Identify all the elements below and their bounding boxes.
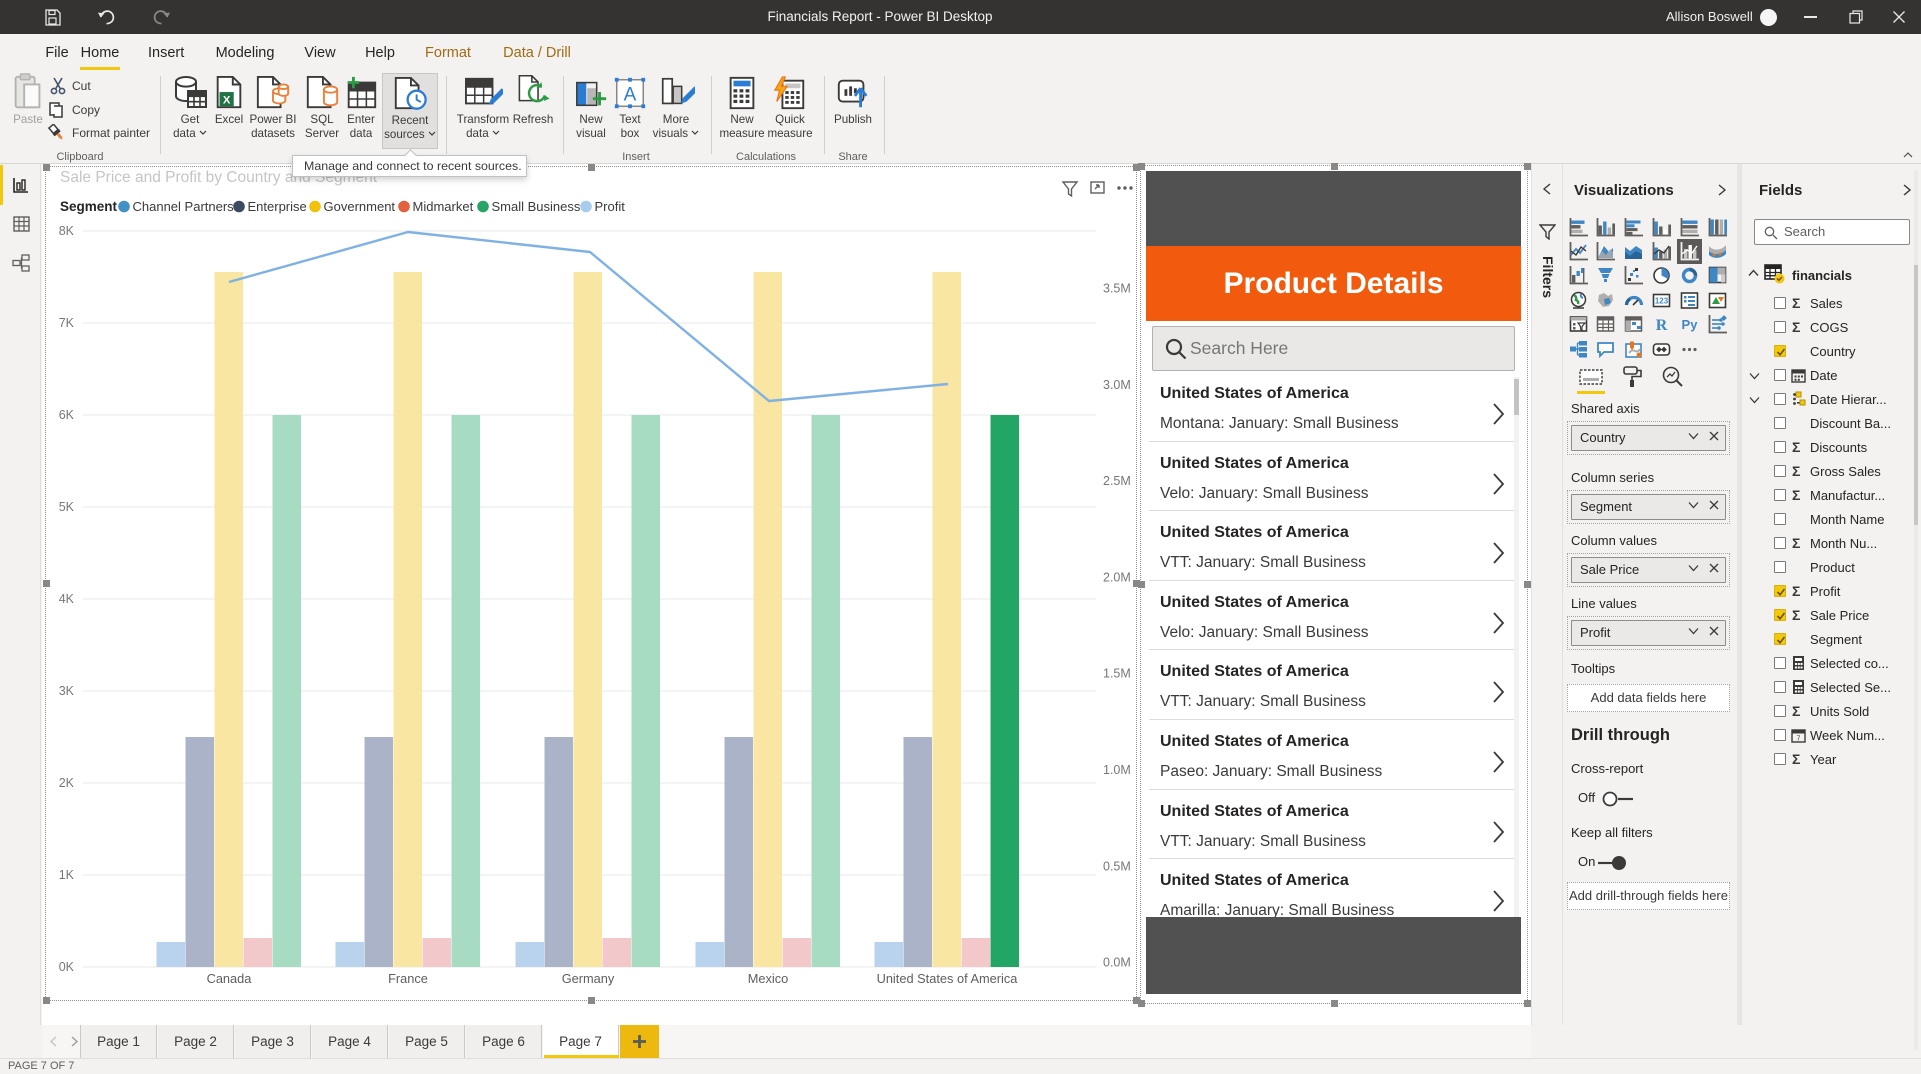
svg-text:X: X <box>223 94 231 106</box>
svg-text:R: R <box>1656 317 1668 334</box>
svg-text:123: 123 <box>1655 296 1669 305</box>
svg-text:7: 7 <box>1797 736 1801 743</box>
svg-text:Py: Py <box>1681 317 1698 332</box>
svg-text:A: A <box>624 85 637 106</box>
